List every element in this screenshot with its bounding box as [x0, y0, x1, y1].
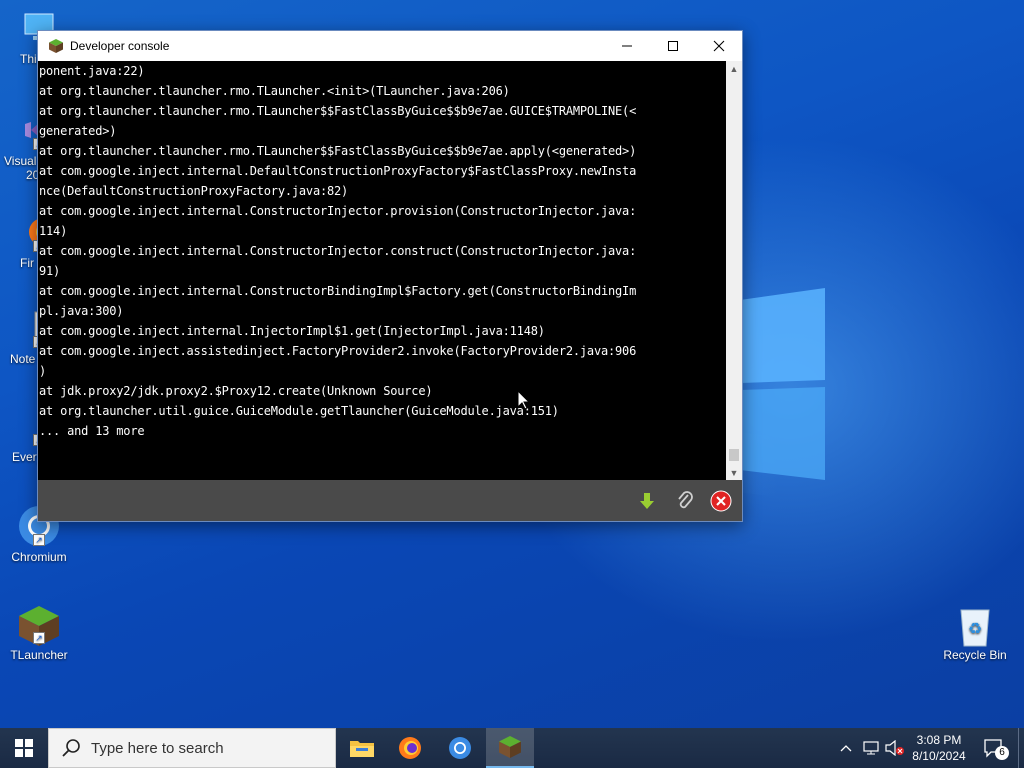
- firefox-icon: [399, 737, 421, 759]
- console-line: at com.google.inject.internal.Constructo…: [39, 284, 637, 298]
- close-button[interactable]: [696, 31, 742, 61]
- desktop-icon-label: Recycle Bin: [943, 648, 1007, 662]
- console-toolbar: [38, 480, 742, 521]
- recycle-bin-icon: ♻: [955, 604, 995, 647]
- notification-count-badge: 6: [995, 746, 1009, 760]
- scroll-down-icon[interactable]: ▼: [726, 465, 742, 481]
- maximize-button[interactable]: [650, 31, 696, 61]
- taskbar-search-box[interactable]: Type here to search: [48, 728, 336, 768]
- search-icon: [62, 739, 80, 757]
- console-line: generated>): [39, 124, 117, 138]
- console-line: ... and 13 more: [39, 424, 145, 438]
- clock-time: 3:08 PM: [916, 733, 962, 747]
- shortcut-arrow-icon: ↗: [33, 632, 45, 644]
- chevron-up-icon: [840, 745, 852, 752]
- console-line: at com.google.inject.internal.DefaultCon…: [39, 164, 637, 178]
- tlauncher-icon: [499, 736, 521, 758]
- desktop-icon-label: Chromium: [11, 550, 67, 564]
- svg-text:♻: ♻: [968, 621, 982, 638]
- attach-button[interactable]: [674, 490, 696, 512]
- console-line: ): [39, 364, 47, 378]
- show-hidden-icons-button[interactable]: [836, 728, 856, 768]
- console-line: at com.google.inject.internal.Constructo…: [39, 244, 637, 258]
- desktop-icon-tlauncher[interactable]: ↗ TLauncher: [0, 604, 78, 662]
- taskbar-chromium[interactable]: [436, 728, 484, 768]
- console-line: at org.tlauncher.tlauncher.rmo.TLauncher…: [39, 84, 510, 98]
- console-scrollbar[interactable]: ▲ ▼: [726, 61, 742, 481]
- console-line: 91): [39, 264, 61, 278]
- download-button[interactable]: [636, 490, 658, 512]
- mouse-cursor-icon: [518, 391, 530, 410]
- show-desktop-button[interactable]: [1018, 728, 1024, 768]
- taskbar-file-explorer[interactable]: [338, 728, 386, 768]
- download-icon: [640, 493, 654, 509]
- desktop-icon-recycle-bin[interactable]: ♻ Recycle Bin: [936, 604, 1014, 662]
- network-button[interactable]: [860, 728, 882, 768]
- taskbar-tlauncher[interactable]: [486, 728, 534, 768]
- windows-start-icon: [15, 739, 33, 757]
- close-icon: [713, 40, 725, 52]
- search-placeholder: Type here to search: [91, 739, 224, 757]
- clock-date: 8/10/2024: [912, 749, 966, 763]
- attach-icon: [678, 491, 693, 509]
- file-explorer-icon: [350, 741, 374, 757]
- desktop-icon-label-line2: 20: [26, 168, 40, 182]
- window-titlebar[interactable]: Developer console: [38, 31, 742, 61]
- volume-muted-icon: [885, 740, 904, 756]
- console-line: nce(DefaultConstructionProxyFactory.java…: [39, 184, 349, 198]
- developer-console-window[interactable]: Developer console ponent.java:22) at org…: [37, 30, 743, 522]
- console-line: at com.google.inject.assistedinject.Fact…: [39, 344, 637, 358]
- console-output[interactable]: ponent.java:22) at org.tlauncher.tlaunch…: [38, 61, 726, 481]
- taskbar: Type here to search 3:08 PM 8/10/2024 6: [0, 728, 1024, 768]
- close-console-button[interactable]: [710, 490, 732, 512]
- tlauncher-icon: [49, 39, 63, 53]
- console-line: pl.java:300): [39, 304, 124, 318]
- chromium-icon: [449, 737, 471, 759]
- close-circle-icon: [710, 490, 732, 512]
- shortcut-arrow-icon: ↗: [33, 534, 45, 546]
- window-title: Developer console: [70, 39, 170, 53]
- desktop-icon-label: TLauncher: [10, 648, 68, 662]
- maximize-icon: [668, 41, 678, 51]
- console-line: at org.tlauncher.tlauncher.rmo.TLauncher…: [39, 104, 637, 118]
- start-button[interactable]: [0, 728, 48, 768]
- taskbar-clock[interactable]: 3:08 PM 8/10/2024: [906, 732, 972, 764]
- console-line: at org.tlauncher.tlauncher.rmo.TLauncher…: [39, 144, 637, 158]
- console-line: ponent.java:22): [39, 64, 145, 78]
- minimize-icon: [622, 45, 632, 47]
- console-line: at com.google.inject.internal.InjectorIm…: [39, 324, 545, 338]
- network-icon: [863, 741, 879, 755]
- taskbar-firefox[interactable]: [386, 728, 434, 768]
- volume-button[interactable]: [884, 728, 906, 768]
- console-line: at jdk.proxy2/jdk.proxy2.$Proxy12.create…: [39, 384, 433, 398]
- console-line: at com.google.inject.internal.Constructo…: [39, 204, 637, 218]
- scroll-up-icon[interactable]: ▲: [726, 61, 742, 77]
- scrollbar-thumb[interactable]: [729, 449, 739, 461]
- minimize-button[interactable]: [604, 31, 650, 61]
- tlauncher-icon: ↗: [19, 604, 59, 646]
- action-center-button[interactable]: 6: [978, 728, 1010, 768]
- console-line: at org.tlauncher.util.guice.GuiceModule.…: [39, 404, 559, 418]
- desktop-icon-label: Visual: [4, 154, 37, 168]
- console-line: 114): [39, 224, 68, 238]
